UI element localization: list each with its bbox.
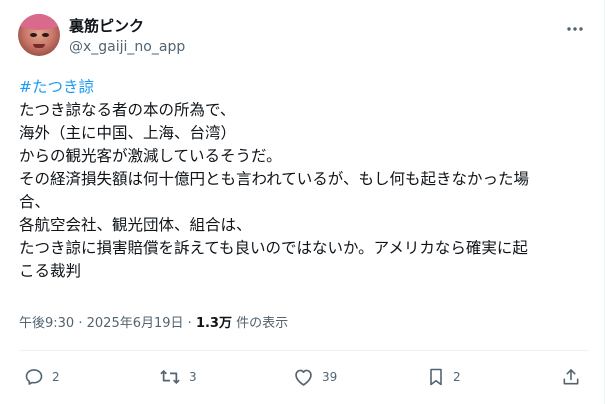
meta-separator: · <box>78 316 83 331</box>
bookmark-icon <box>427 367 445 387</box>
bookmark-button[interactable]: 2 <box>427 366 461 388</box>
like-count: 39 <box>322 370 338 384</box>
tweet-date[interactable]: 2025年6月19日 <box>87 316 184 331</box>
avatar-eye <box>42 33 49 37</box>
more-options-button[interactable] <box>562 16 588 42</box>
divider <box>19 350 589 351</box>
like-button[interactable]: 39 <box>293 366 337 388</box>
reply-icon <box>24 367 44 387</box>
more-horizontal-icon <box>566 26 584 32</box>
tweet-text-line: こる裁判 <box>19 262 82 280</box>
views-label: 件の表示 <box>236 316 289 331</box>
views-count: 1.3万 <box>195 316 232 331</box>
tweet-text-line: たつき諒に損害賠償を訴えても良いのではないか。アメリカなら確実に起 <box>19 239 528 257</box>
tweet-text-line: たつき諒なる者の本の所為で、 <box>19 101 236 119</box>
user-handle[interactable]: @x_gaiji_no_app <box>69 39 185 56</box>
retweet-button[interactable]: 3 <box>159 366 197 388</box>
tweet-text-line: その経済損失額は何十億円とも言われているが、もし何も起きなかった場 <box>19 170 529 188</box>
reply-button[interactable]: 2 <box>24 366 60 388</box>
tweet-text: #たつき諒 たつき諒なる者の本の所為で、 海外（主に中国、上海、台湾） からの観… <box>19 76 589 283</box>
tweet-card: 裏筋ピンク @x_gaiji_no_app #たつき諒 たつき諒なる者の本の所為… <box>0 0 605 404</box>
meta-separator-2: · <box>187 316 192 331</box>
bookmark-count: 2 <box>453 370 461 384</box>
tweet-text-line: 合、 <box>19 193 51 211</box>
heart-icon <box>293 367 314 387</box>
tweet-text-line: からの観光客が激減しているそうだ。 <box>19 147 282 165</box>
tweet-time[interactable]: 午後9:30 <box>19 316 74 331</box>
tweet-text-line: 海外（主に中国、上海、台湾） <box>19 124 237 142</box>
reply-count: 2 <box>52 370 60 384</box>
tweet-meta: 午後9:30 · 2025年6月19日 · 1.3万 件の表示 <box>19 315 288 333</box>
avatar-eye <box>30 33 37 37</box>
hashtag-link[interactable]: #たつき諒 <box>19 76 589 99</box>
avatar-hair <box>18 14 60 30</box>
share-icon <box>561 367 581 387</box>
retweet-count: 3 <box>189 370 197 384</box>
avatar[interactable] <box>18 14 60 56</box>
share-button[interactable] <box>561 366 581 388</box>
tweet-text-line: 各航空会社、観光団体、組合は、 <box>19 216 252 234</box>
retweet-icon <box>159 367 181 387</box>
avatar-mouth <box>33 44 45 48</box>
display-name[interactable]: 裏筋ピンク <box>69 17 144 35</box>
